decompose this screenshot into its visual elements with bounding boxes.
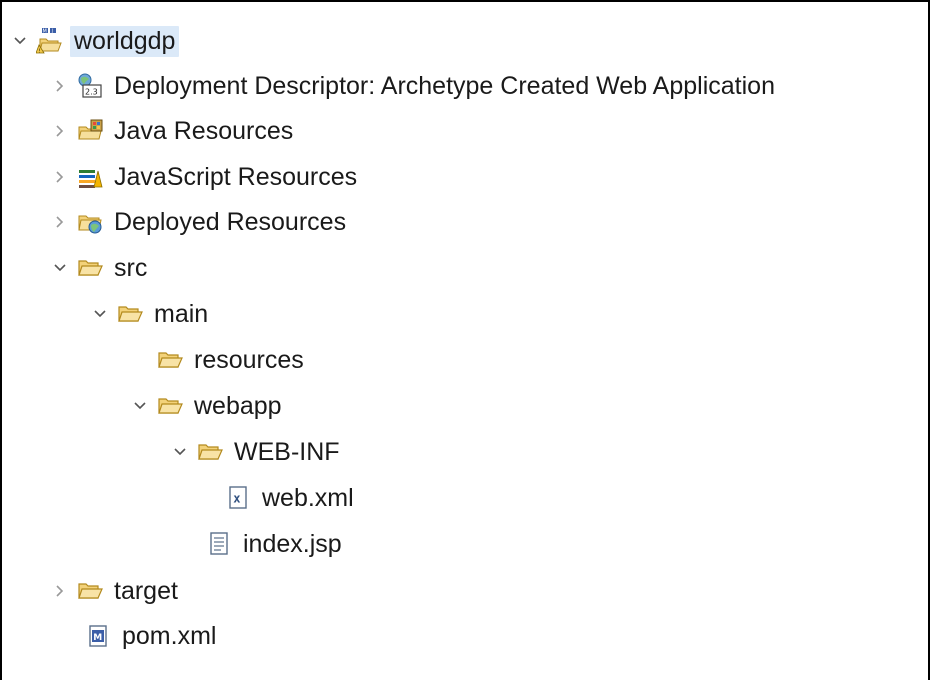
- folder-open-icon: [156, 346, 184, 374]
- tree-item-src[interactable]: src: [50, 249, 151, 287]
- maven-pom-icon: M: [84, 622, 112, 650]
- maven-web-project-icon: M J !: [36, 27, 64, 55]
- tree-item-label: src: [114, 253, 148, 282]
- folder-open-icon: [196, 438, 224, 466]
- svg-text:x: x: [233, 492, 240, 506]
- tree-item-label: Deployment Descriptor: Archetype Created…: [114, 71, 775, 100]
- chevron-right-icon[interactable]: [50, 212, 70, 232]
- tree-item-label: worldgdp: [70, 25, 180, 57]
- svg-text:!: !: [39, 49, 41, 55]
- deployed-resources-icon: [76, 208, 104, 236]
- tree-item-label: web.xml: [262, 483, 354, 512]
- tree-item-web-xml[interactable]: x web.xml: [224, 479, 358, 517]
- folder-open-icon: [76, 577, 104, 605]
- tree-item-label: resources: [194, 345, 304, 374]
- folder-open-icon: [116, 300, 144, 328]
- folder-open-icon: [156, 392, 184, 420]
- chevron-right-icon[interactable]: [50, 76, 70, 96]
- javascript-resources-icon: [76, 163, 104, 191]
- deployment-descriptor-icon: 2.3: [76, 72, 104, 100]
- tree-item-web-inf[interactable]: WEB-INF: [170, 433, 344, 471]
- chevron-right-icon[interactable]: [50, 121, 70, 141]
- jsp-file-icon: [205, 530, 233, 558]
- tree-item-target[interactable]: target: [50, 572, 182, 610]
- tree-item-label: Deployed Resources: [114, 207, 347, 236]
- svg-text:2.3: 2.3: [85, 88, 98, 97]
- chevron-down-icon[interactable]: [10, 31, 30, 51]
- tree-item-resources[interactable]: resources: [130, 341, 308, 379]
- tree-item-label: Java Resources: [114, 116, 294, 145]
- svg-text:M: M: [93, 633, 102, 643]
- tree-item-main[interactable]: main: [90, 295, 212, 333]
- tree-item-label: JavaScript Resources: [114, 162, 358, 191]
- svg-text:M: M: [43, 29, 47, 35]
- tree-item-label: pom.xml: [122, 621, 217, 650]
- chevron-down-icon[interactable]: [90, 304, 110, 324]
- chevron-right-icon[interactable]: [50, 581, 70, 601]
- tree-item-deployed-resources[interactable]: Deployed Resources: [50, 203, 350, 241]
- chevron-down-icon[interactable]: [130, 396, 150, 416]
- chevron-down-icon[interactable]: [170, 442, 190, 462]
- tree-item-label: main: [154, 299, 209, 328]
- tree-item-label: target: [114, 576, 178, 605]
- tree-item-java-resources[interactable]: Java Resources: [50, 112, 297, 150]
- tree-item-deployment-descriptor[interactable]: 2.3 Deployment Descriptor: Archetype Cre…: [50, 67, 779, 105]
- chevron-down-icon[interactable]: [50, 258, 70, 278]
- tree-item-label: WEB-INF: [234, 437, 340, 466]
- tree-item-index-jsp[interactable]: index.jsp: [205, 525, 346, 563]
- tree-item-worldgdp[interactable]: M J ! worldgdp: [10, 22, 180, 60]
- tree-item-javascript-resources[interactable]: JavaScript Resources: [50, 158, 361, 196]
- tree-item-label: index.jsp: [243, 529, 342, 558]
- tree-item-pom-xml[interactable]: M pom.xml: [84, 617, 220, 655]
- tree-item-webapp[interactable]: webapp: [130, 387, 286, 425]
- chevron-right-icon[interactable]: [50, 167, 70, 187]
- tree-item-label: webapp: [194, 391, 282, 420]
- svg-text:J: J: [51, 29, 53, 35]
- java-resources-icon: [76, 117, 104, 145]
- folder-open-icon: [76, 254, 104, 282]
- xml-file-icon: x: [224, 484, 252, 512]
